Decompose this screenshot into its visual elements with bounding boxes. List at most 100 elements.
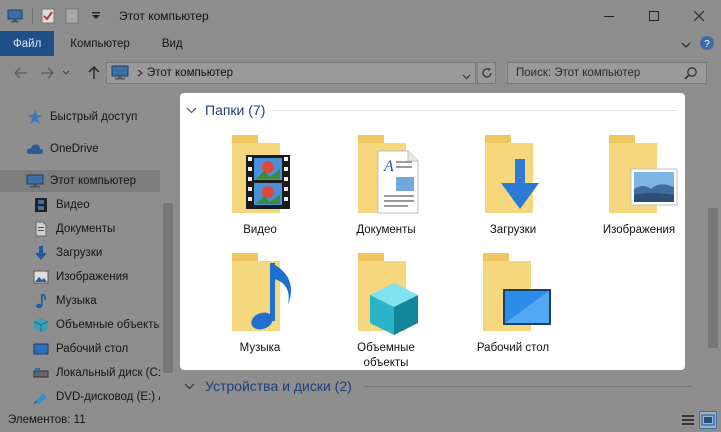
group-divider	[273, 109, 677, 111]
tab-file[interactable]: Файл	[0, 31, 55, 56]
sidebar-item-desktop[interactable]: Рабочий стол	[0, 338, 160, 360]
ribbon-right-controls: ?	[681, 35, 715, 54]
navigation-pane-scrollbar[interactable]	[160, 88, 176, 408]
hard-drive-icon	[32, 364, 50, 382]
folder-downloads[interactable]: Загрузки	[458, 131, 568, 238]
folders-group-panel: Папки (7) Видео A Документы Загрузки Изо…	[180, 93, 685, 370]
collapse-chevron-icon[interactable]	[186, 107, 198, 114]
sidebar-item-dvd-drive[interactable]: DVD-дисковод (E:) A	[0, 386, 176, 408]
sidebar-item-label: OneDrive	[50, 143, 99, 155]
up-button[interactable]	[85, 64, 103, 82]
computer-icon	[6, 7, 24, 25]
sidebar-item-local-disk[interactable]: Локальный диск (C:)	[0, 362, 176, 384]
download-arrow-icon	[32, 244, 50, 262]
pictures-folder-icon	[609, 135, 678, 213]
toolbar-separator	[32, 7, 33, 24]
refresh-icon	[481, 67, 492, 78]
sidebar-item-label: Музыка	[56, 295, 97, 307]
properties-icon[interactable]	[39, 7, 57, 25]
sidebar-item-label: Быстрый доступ	[50, 111, 138, 123]
sidebar-item-label: Загрузки	[56, 247, 103, 259]
folder-music[interactable]: Музыка	[205, 249, 315, 356]
folder-label: Документы	[356, 224, 416, 236]
folder-pictures[interactable]: Изображения	[584, 131, 694, 238]
folders-group-header[interactable]: Папки (7)	[180, 101, 685, 119]
minimize-icon	[603, 15, 614, 17]
ribbon-tabs: Файл Компьютер Вид ?	[0, 31, 721, 56]
forward-arrow-icon	[41, 67, 54, 79]
sidebar-item-pictures[interactable]: Изображения	[0, 266, 160, 288]
sidebar-item-label: Объемные объекты	[56, 319, 162, 331]
folder-documents[interactable]: A Документы	[331, 131, 441, 238]
sidebar-item-label: Видео	[56, 199, 90, 211]
music-note-icon	[32, 292, 50, 310]
refresh-button[interactable]	[477, 62, 496, 84]
back-button[interactable]	[12, 64, 30, 82]
close-icon	[693, 10, 704, 21]
forward-button[interactable]	[38, 64, 56, 82]
search-icon[interactable]	[684, 66, 698, 83]
content-scrollbar[interactable]	[705, 88, 721, 408]
sidebar-item-label: Изображения	[56, 271, 129, 283]
scrollbar-thumb[interactable]	[163, 203, 173, 373]
devices-group-header[interactable]: Устройства и диски (2)	[176, 374, 705, 398]
sidebar-item-documents[interactable]: Документы	[0, 218, 160, 240]
sidebar-item-3d-objects[interactable]: Объемные объекты	[0, 314, 176, 336]
address-bar[interactable]: Этот компьютер	[106, 62, 476, 84]
address-history-chevron-icon[interactable]	[462, 69, 471, 83]
tab-view[interactable]: Вид	[146, 31, 199, 56]
desktop-icon	[32, 340, 50, 358]
recent-locations-button[interactable]	[60, 64, 72, 82]
breadcrumb-chevron-icon[interactable]	[133, 63, 147, 83]
close-button[interactable]	[676, 0, 721, 31]
sidebar-item-this-pc[interactable]: Этот компьютер	[0, 170, 160, 192]
navigation-bar: Этот компьютер Поиск: Этот компьютер	[0, 56, 721, 88]
minimize-button[interactable]	[586, 0, 631, 31]
group-title: Папки (7)	[205, 102, 266, 118]
title-bar: Этот компьютер	[0, 0, 721, 31]
sidebar-item-onedrive[interactable]: OneDrive	[0, 138, 160, 160]
svg-text:?: ?	[704, 39, 710, 50]
maximize-button[interactable]	[631, 0, 676, 31]
search-input[interactable]: Поиск: Этот компьютер	[507, 62, 707, 84]
sidebar-item-videos[interactable]: Видео	[0, 194, 160, 216]
star-icon	[26, 108, 44, 126]
help-icon[interactable]: ?	[699, 35, 715, 54]
group-title: Устройства и диски (2)	[205, 378, 352, 394]
large-icons-view-button[interactable]	[699, 411, 717, 429]
tab-computer[interactable]: Компьютер	[54, 31, 146, 56]
large-icons-view-icon	[701, 414, 715, 426]
computer-icon	[111, 65, 129, 84]
svg-text:A: A	[383, 158, 394, 175]
details-view-button[interactable]	[679, 411, 697, 429]
chevron-down-icon	[62, 70, 70, 75]
downloads-folder-icon	[485, 135, 539, 213]
new-folder-icon[interactable]	[63, 7, 81, 25]
breadcrumb[interactable]: Этот компьютер	[147, 67, 233, 79]
sidebar-item-downloads[interactable]: Загрузки	[0, 242, 160, 264]
folder-label: Изображения	[602, 224, 676, 236]
folder-3d-objects[interactable]: Объемные объекты	[331, 249, 441, 371]
group-divider	[363, 385, 693, 387]
details-view-icon	[682, 415, 694, 425]
sidebar-item-label: Локальный диск (C:)	[56, 367, 165, 379]
customize-toolbar-chevron-icon[interactable]	[87, 7, 105, 25]
folder-label: Загрузки	[489, 224, 537, 236]
3d-objects-folder-icon	[358, 253, 418, 335]
folder-videos[interactable]: Видео	[205, 131, 315, 238]
expand-ribbon-chevron-icon[interactable]	[681, 38, 691, 52]
sidebar-item-quick-access[interactable]: Быстрый доступ	[0, 106, 160, 128]
collapse-chevron-icon[interactable]	[184, 383, 195, 390]
documents-folder-icon: A	[358, 135, 419, 214]
video-folder-icon	[232, 135, 290, 213]
folder-desktop[interactable]: Рабочий стол	[458, 249, 568, 356]
sidebar-item-label: Этот компьютер	[50, 175, 136, 187]
desktop-folder-icon	[483, 253, 551, 331]
sidebar-item-music[interactable]: Музыка	[0, 290, 160, 312]
scrollbar-thumb[interactable]	[708, 208, 718, 348]
monitor-icon	[26, 172, 44, 190]
picture-icon	[32, 268, 50, 286]
folder-label: Музыка	[239, 342, 281, 354]
folder-label: Объемные объекты	[357, 342, 415, 369]
cloud-icon	[26, 140, 44, 158]
